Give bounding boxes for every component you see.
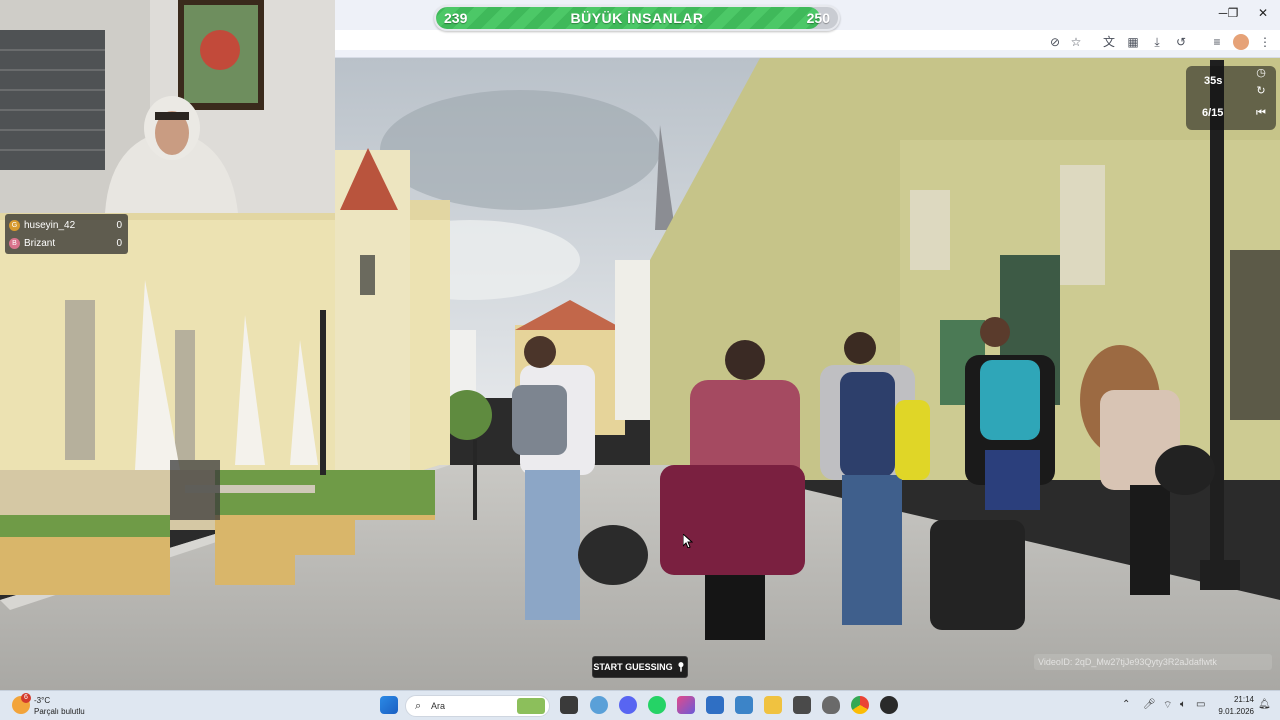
timer-text: 35s	[1204, 75, 1223, 87]
notification-badge: 6	[21, 693, 31, 703]
whatsapp-icon[interactable]	[648, 696, 666, 714]
planter	[0, 535, 170, 595]
screen: ─ ✕ ❐ ⊘ ☆ 文 ▦ ⤓ ↺ ≡ ⋮ 239 BÜYÜK İNSANLAR…	[0, 0, 1280, 720]
player-row: B Brizant 0	[9, 234, 122, 252]
apps-icon[interactable]: ▦	[1125, 34, 1141, 50]
notifications-icon[interactable]: 🔔︎	[1258, 699, 1271, 710]
progress-target-value: 250	[806, 10, 830, 26]
player-score: 0	[116, 219, 122, 231]
round-info-panel: 35s 6/15 ◷ ↻ ⏮	[1186, 66, 1276, 130]
player-badge: G	[9, 219, 20, 231]
restore-icon[interactable]: ❐	[1218, 4, 1248, 22]
app-icon[interactable]	[880, 696, 898, 714]
translate-icon[interactable]: 文	[1101, 34, 1117, 50]
player-name: Brizant	[24, 237, 56, 249]
player-score: 0	[116, 237, 122, 249]
file-explorer-icon[interactable]	[764, 696, 782, 714]
microphone-icon[interactable]: 🎤︎	[1143, 699, 1156, 710]
start-guessing-label: START GUESSING	[593, 662, 673, 672]
category-progress-bar: 239 BÜYÜK İNSANLAR 250	[434, 5, 840, 31]
refresh-icon[interactable]: ↻	[1250, 82, 1272, 100]
chrome-icon[interactable]	[851, 696, 869, 714]
start-guessing-button[interactable]: START GUESSING 📍︎	[592, 656, 688, 678]
store-icon[interactable]	[706, 696, 724, 714]
search-placeholder: Ara	[431, 701, 446, 711]
temperature: -3°C	[34, 696, 51, 705]
player-badge: B	[9, 237, 20, 249]
volume-icon[interactable]: 🔈︎	[1180, 699, 1186, 710]
search-icon: ⌕	[415, 700, 422, 712]
battery-icon[interactable]: ▭	[1196, 699, 1205, 710]
start-menu-icon[interactable]	[380, 696, 398, 714]
scoreboard: G huseyin_42 0 B Brizant 0	[5, 214, 128, 254]
time: 21:14	[1233, 695, 1254, 704]
close-button[interactable]: ✕	[1248, 4, 1278, 22]
star-icon[interactable]: ☆	[1068, 34, 1084, 50]
profile-avatar[interactable]	[1233, 34, 1249, 50]
taskbar-search[interactable]: ⌕ Ara	[405, 695, 550, 717]
eye-off-icon[interactable]: ⊘	[1047, 34, 1063, 50]
chevron-up-icon[interactable]: ⌃	[1122, 699, 1130, 710]
mouse-cursor-icon	[683, 534, 693, 548]
task-view-icon[interactable]	[560, 696, 578, 714]
discord-icon[interactable]	[619, 696, 637, 714]
wifi-icon[interactable]: ⌔	[1163, 699, 1172, 712]
weather-widget[interactable]: 6 -3°C Parçalı bulutlu	[12, 693, 102, 719]
player-name: huseyin_42	[24, 219, 76, 231]
clock[interactable]: 21:14 9.01.2026	[1214, 694, 1254, 718]
history-icon[interactable]: ↺	[1173, 34, 1189, 50]
download-icon[interactable]: ⤓	[1149, 34, 1165, 50]
category-title: BÜYÜK İNSANLAR	[570, 10, 704, 26]
webcam-overlay	[0, 0, 335, 213]
lamp-post	[320, 310, 326, 475]
player-row: G huseyin_42 0	[9, 216, 122, 234]
more-icon[interactable]: ⋮	[1257, 34, 1273, 50]
video-id-label: VideoID: 2qD_Mw27tjJe93Qyty3R2aJdaflwtk	[1034, 654, 1272, 670]
reading-list-icon[interactable]: ≡	[1209, 34, 1225, 50]
round-counter: 6/15	[1202, 107, 1224, 119]
copilot-icon[interactable]	[590, 696, 608, 714]
skip-back-icon[interactable]: ⏮	[1250, 104, 1272, 122]
weather-condition: Parçalı bulutlu	[34, 707, 85, 716]
taskbar: 6 -3°C Parçalı bulutlu ⌕ Ara ⌃ 🎤︎ ⌔ 🔈︎ ▭…	[0, 690, 1280, 720]
date: 9.01.2026	[1218, 707, 1254, 716]
map-pin-icon: 📍︎	[675, 662, 687, 672]
clock-icon[interactable]: ◷	[1250, 64, 1272, 82]
mouse-app-icon[interactable]	[822, 696, 840, 714]
calculator-icon[interactable]	[793, 696, 811, 714]
photos-icon[interactable]	[677, 696, 695, 714]
search-highlight-icon	[517, 698, 545, 714]
screen-capture-icon[interactable]	[735, 696, 753, 714]
